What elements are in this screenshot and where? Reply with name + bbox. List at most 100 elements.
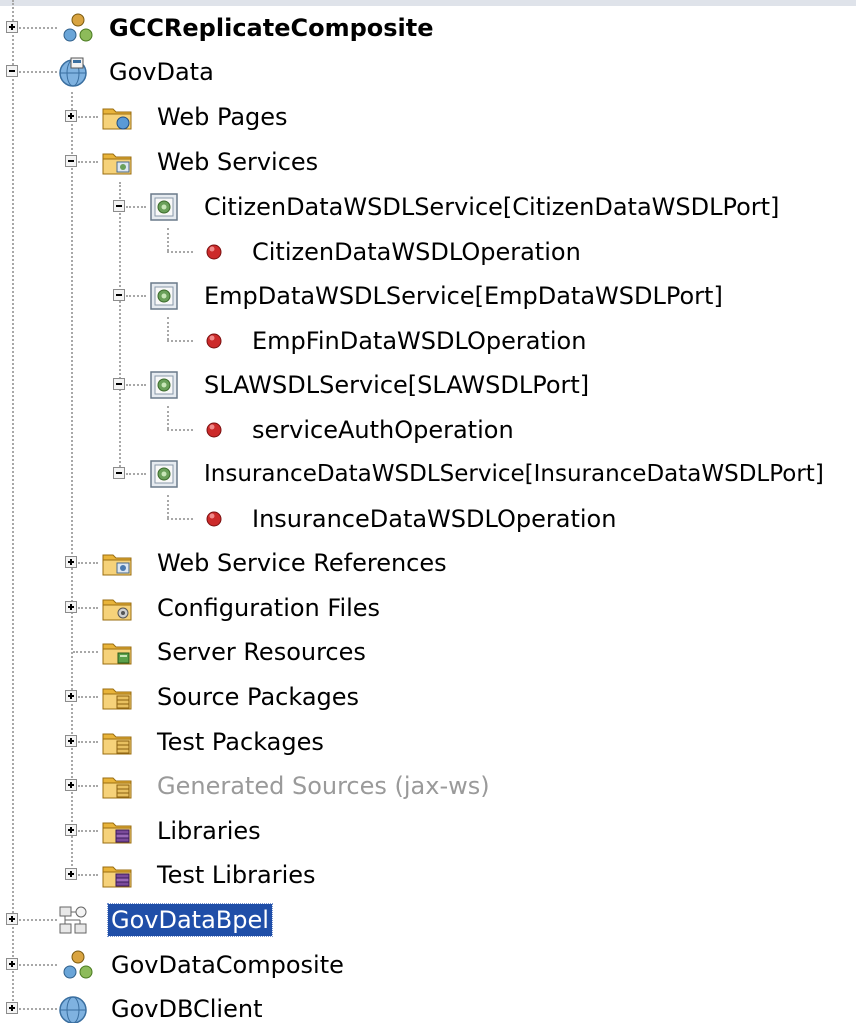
- tree-node-insurance-service[interactable]: InsuranceDataWSDLService[InsuranceDataWS…: [0, 454, 856, 494]
- tree-node-emp-service[interactable]: EmpDataWSDLService[EmpDataWSDLPort]: [0, 276, 856, 316]
- composite-icon: [62, 12, 94, 44]
- web-pages-folder-icon: [101, 101, 133, 133]
- tree-node-govdata[interactable]: GovData: [0, 52, 856, 92]
- tree-node-govdatacomposite[interactable]: GovDataComposite: [0, 945, 856, 985]
- tree-node-web-services[interactable]: Web Services: [0, 142, 856, 182]
- tree-connector: [78, 874, 98, 876]
- tree-node-label[interactable]: serviceAuthOperation: [249, 414, 517, 446]
- tree-node-label[interactable]: GCCReplicateComposite: [106, 12, 437, 44]
- collapse-toggle[interactable]: [113, 289, 125, 301]
- collapse-toggle[interactable]: [113, 200, 125, 212]
- tree-node-label[interactable]: GovData: [106, 56, 217, 88]
- tree-node-citizen-op[interactable]: CitizenDataWSDLOperation: [0, 228, 856, 272]
- expand-toggle[interactable]: [65, 601, 77, 613]
- tree-node-label[interactable]: Test Packages: [154, 726, 327, 758]
- expand-toggle[interactable]: [65, 690, 77, 702]
- packages-folder-icon: [101, 770, 133, 802]
- expand-toggle[interactable]: [6, 1002, 18, 1014]
- tree-node-citizen-service[interactable]: CitizenDataWSDLService[CitizenDataWSDLPo…: [0, 187, 856, 227]
- tree-connector: [78, 116, 98, 118]
- tree-node-ws-references[interactable]: Web Service References: [0, 543, 856, 583]
- composite-icon: [62, 949, 94, 981]
- web-service-icon: [148, 458, 180, 490]
- collapse-toggle[interactable]: [113, 467, 125, 479]
- operation-icon: [198, 236, 230, 268]
- tree-node-govdatabpel[interactable]: GovDataBpel: [0, 900, 856, 940]
- tree-connector: [126, 295, 146, 297]
- tree-node-label[interactable]: Web Pages: [154, 101, 291, 133]
- expand-toggle[interactable]: [6, 21, 18, 33]
- tree-connector: [78, 607, 98, 609]
- tree-node-label[interactable]: SLAWSDLService[SLAWSDLPort]: [201, 369, 592, 401]
- expand-toggle[interactable]: [6, 913, 18, 925]
- tree-node-sla-op[interactable]: serviceAuthOperation: [0, 406, 856, 450]
- packages-folder-icon: [101, 681, 133, 713]
- tree-node-insurance-op[interactable]: InsuranceDataWSDLOperation: [0, 495, 856, 539]
- tree-node-label[interactable]: InsuranceDataWSDLOperation: [249, 503, 619, 535]
- tree-node-label[interactable]: GovDataBpel: [107, 903, 273, 937]
- tree-node-libraries[interactable]: Libraries: [0, 811, 856, 851]
- tree-node-source-packages[interactable]: Source Packages: [0, 677, 856, 717]
- packages-folder-icon: [101, 726, 133, 758]
- tree-connector: [167, 495, 169, 518]
- globe-project-icon: [57, 56, 89, 88]
- tree-node-server-resources[interactable]: Server Resources: [0, 632, 856, 672]
- tree-node-label[interactable]: CitizenDataWSDLOperation: [249, 236, 584, 268]
- project-tree[interactable]: GCCReplicateComposite GovData Web Pages …: [0, 0, 856, 1023]
- web-service-icon: [148, 191, 180, 223]
- expand-toggle[interactable]: [6, 958, 18, 970]
- collapse-toggle[interactable]: [113, 378, 125, 390]
- expand-toggle[interactable]: [65, 868, 77, 880]
- ws-references-folder-icon: [101, 547, 133, 579]
- tree-connector: [167, 429, 193, 431]
- tree-node-label[interactable]: GovDBClient: [108, 993, 266, 1023]
- tree-node-config-files[interactable]: Configuration Files: [0, 588, 856, 628]
- tree-node-label[interactable]: EmpFinDataWSDLOperation: [249, 325, 589, 357]
- tree-connector: [19, 1008, 57, 1010]
- operation-icon: [198, 325, 230, 357]
- collapse-toggle[interactable]: [65, 155, 77, 167]
- operation-icon: [198, 414, 230, 446]
- tree-node-label[interactable]: Libraries: [154, 815, 264, 847]
- globe-project-icon: [57, 993, 89, 1023]
- tree-node-label[interactable]: Web Service References: [154, 547, 450, 579]
- web-service-icon: [148, 369, 180, 401]
- libraries-folder-icon: [101, 815, 133, 847]
- expand-toggle[interactable]: [65, 110, 77, 122]
- expand-toggle[interactable]: [65, 824, 77, 836]
- tree-node-label[interactable]: Configuration Files: [154, 592, 383, 624]
- tree-node-govdbclient[interactable]: GovDBClient: [0, 989, 856, 1023]
- tree-node-label[interactable]: InsuranceDataWSDLService[InsuranceDataWS…: [201, 458, 827, 490]
- expand-toggle[interactable]: [65, 556, 77, 568]
- tree-connector: [78, 696, 98, 698]
- tree-connector: [78, 830, 98, 832]
- tree-node-label[interactable]: Web Services: [154, 146, 321, 178]
- tree-connector: [126, 473, 146, 475]
- tree-connector: [167, 228, 169, 251]
- config-folder-icon: [101, 592, 133, 624]
- tree-connector: [19, 27, 57, 29]
- tree-node-web-pages[interactable]: Web Pages: [0, 97, 856, 137]
- tree-node-label[interactable]: Test Libraries: [154, 859, 319, 891]
- tree-node-generated-sources[interactable]: Generated Sources (jax-ws): [0, 766, 856, 806]
- collapse-toggle[interactable]: [6, 65, 18, 77]
- tree-node-sla-service[interactable]: SLAWSDLService[SLAWSDLPort]: [0, 365, 856, 405]
- expand-toggle[interactable]: [65, 735, 77, 747]
- tree-connector: [78, 741, 98, 743]
- tree-node-label[interactable]: EmpDataWSDLService[EmpDataWSDLPort]: [201, 280, 726, 312]
- tree-connector: [167, 518, 193, 520]
- tree-node-gccreplicatecomposite[interactable]: GCCReplicateComposite: [0, 8, 856, 48]
- operation-icon: [198, 503, 230, 535]
- tree-node-test-libraries[interactable]: Test Libraries: [0, 855, 856, 895]
- tree-node-label[interactable]: Server Resources: [154, 636, 369, 668]
- tree-node-test-packages[interactable]: Test Packages: [0, 722, 856, 762]
- web-services-folder-icon: [101, 146, 133, 178]
- tree-node-label[interactable]: Generated Sources (jax-ws): [154, 770, 493, 802]
- tree-node-emp-op[interactable]: EmpFinDataWSDLOperation: [0, 317, 856, 361]
- tree-connector: [78, 161, 98, 163]
- tree-node-label[interactable]: GovDataComposite: [108, 949, 347, 981]
- tree-connector: [78, 785, 98, 787]
- tree-node-label[interactable]: Source Packages: [154, 681, 362, 713]
- expand-toggle[interactable]: [65, 779, 77, 791]
- tree-node-label[interactable]: CitizenDataWSDLService[CitizenDataWSDLPo…: [201, 191, 782, 223]
